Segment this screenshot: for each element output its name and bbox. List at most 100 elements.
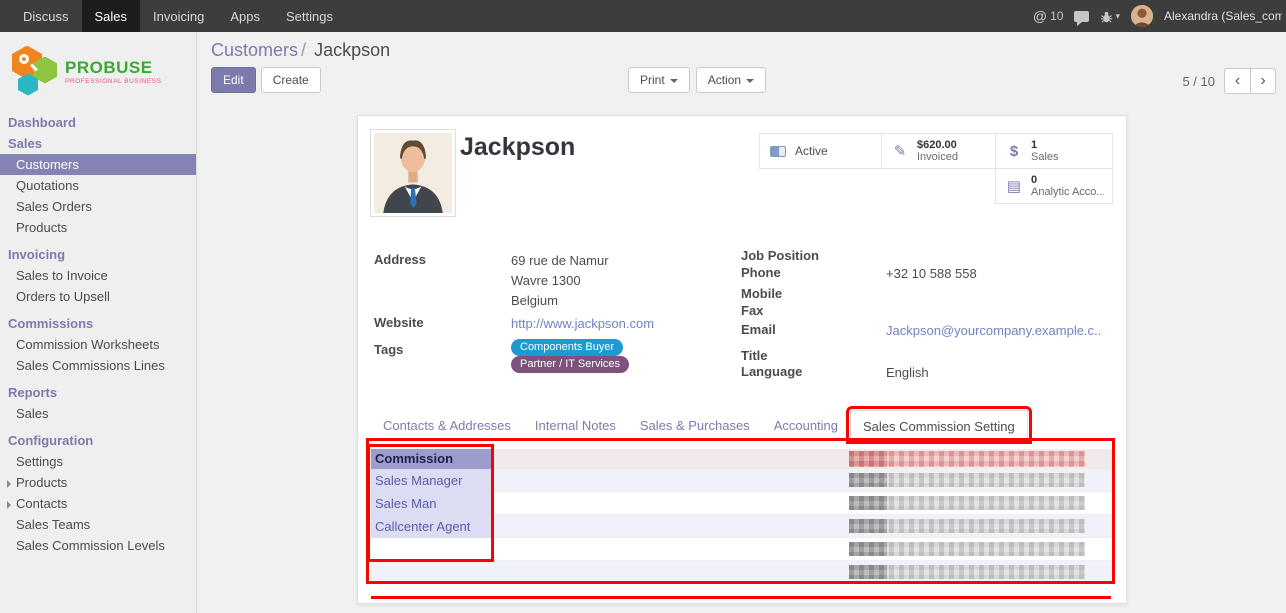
debug-menu[interactable]: ▾ — [1100, 10, 1120, 23]
tab-internal-notes[interactable]: Internal Notes — [523, 410, 628, 440]
user-menu[interactable]: Alexandra (Sales_comm.. — [1164, 9, 1282, 23]
breadcrumb-customers[interactable]: Customers — [211, 40, 298, 60]
tab-sales-purchases[interactable]: Sales & Purchases — [628, 410, 762, 440]
table-row[interactable]: Callcenter Agent — [371, 515, 1113, 538]
topbar-menus: Discuss Sales Invoicing Apps Settings — [0, 0, 346, 32]
table-header-row: Commission Level — [371, 449, 1113, 469]
commission-level-callcenter-agent[interactable]: Callcenter Agent — [371, 515, 491, 538]
logo-hexagons-icon — [12, 46, 58, 98]
sidebar-item-sales-orders[interactable]: Sales Orders — [0, 196, 196, 217]
commission-level-header[interactable]: Commission Level — [371, 449, 491, 469]
chevron-right-icon: › — [1260, 73, 1265, 89]
commission-level-sales-man[interactable]: Sales Man — [371, 492, 491, 515]
notebook-tabs: Contacts & Addresses Internal Notes Sale… — [371, 410, 1113, 441]
pager-next-button[interactable]: › — [1250, 68, 1276, 94]
mentions-counter[interactable]: @ 10 — [1033, 8, 1064, 24]
print-dropdown-button[interactable]: Print — [628, 67, 690, 93]
pager: 5 / 10 ‹ › — [1182, 68, 1276, 94]
tab-contacts-addresses[interactable]: Contacts & Addresses — [371, 410, 523, 440]
website-link[interactable]: http://www.jackpson.com — [511, 316, 654, 331]
at-icon: @ — [1033, 8, 1047, 24]
customer-photo[interactable] — [370, 129, 456, 217]
email-label: Email — [741, 322, 776, 337]
sidebar-item-sales-teams[interactable]: Sales Teams — [0, 514, 196, 535]
sidebar-item-customers[interactable]: Customers — [0, 154, 196, 175]
main-content: Customers/ Jackpson Edit Create Print Ac… — [198, 32, 1286, 613]
sidebar-section-sales[interactable]: Sales — [0, 133, 196, 154]
tab-accounting[interactable]: Accounting — [762, 410, 850, 440]
redacted-header-cell — [849, 451, 1085, 467]
table-row[interactable] — [371, 538, 1113, 561]
customer-photo-image — [374, 133, 452, 213]
invoiced-stat-button[interactable]: ✎ $620.00 Invoiced — [881, 133, 996, 169]
action-dropdown-button[interactable]: Action — [696, 67, 766, 93]
redacted-cell — [849, 519, 1085, 533]
dollar-icon: $ — [1004, 143, 1024, 160]
sidebar-item-settings[interactable]: Settings — [0, 451, 196, 472]
breadcrumb-current: Jackpson — [314, 40, 390, 60]
action-label: Action — [708, 73, 741, 87]
sidebar-section-invoicing[interactable]: Invoicing — [0, 244, 196, 265]
chevron-down-icon — [746, 79, 754, 83]
pencil-icon: ✎ — [890, 142, 910, 160]
sidebar-item-quotations[interactable]: Quotations — [0, 175, 196, 196]
sidebar-item-config-products[interactable]: Products — [0, 472, 196, 493]
table-row[interactable] — [371, 561, 1113, 584]
create-button[interactable]: Create — [261, 67, 321, 93]
active-stat-button[interactable]: Active — [759, 133, 882, 169]
language-label: Language — [741, 364, 802, 379]
sales-label: Sales — [1031, 151, 1059, 163]
language-value: English — [886, 365, 929, 380]
sidebar-section-commissions[interactable]: Commissions — [0, 313, 196, 334]
menu-settings[interactable]: Settings — [273, 0, 346, 32]
tag-components-buyer[interactable]: Components Buyer — [511, 339, 623, 356]
address-line-3: Belgium — [511, 293, 558, 308]
analytic-label: Analytic Acco... — [1031, 186, 1104, 198]
commission-level-sales-manager[interactable]: Sales Manager — [371, 469, 491, 492]
sidebar-section-configuration[interactable]: Configuration — [0, 430, 196, 451]
sidebar-section-dashboard[interactable]: Dashboard — [0, 112, 196, 133]
chevron-down-icon — [670, 79, 678, 83]
probuse-logo[interactable]: PROBUSE PROFESSIONAL BUSINESS — [0, 32, 196, 106]
menu-apps[interactable]: Apps — [217, 0, 273, 32]
analytic-icon: ▤ — [1004, 177, 1024, 195]
page-title: Jackpson — [460, 133, 575, 162]
control-panel-actions: Print Action — [628, 67, 766, 93]
analytic-stat-button[interactable]: ▤ 0 Analytic Acco... — [995, 168, 1113, 204]
logo-text: PROBUSE PROFESSIONAL BUSINESS — [65, 59, 162, 85]
email-link[interactable]: Jackpson@yourcompany.example.c.. — [886, 323, 1101, 338]
tag-partner-it-services[interactable]: Partner / IT Services — [511, 356, 629, 373]
sidebar-item-products[interactable]: Products — [0, 217, 196, 238]
sales-count: 1 — [1031, 139, 1059, 151]
table-row[interactable]: Sales Manager — [371, 469, 1113, 492]
sidebar-section-reports[interactable]: Reports — [0, 382, 196, 403]
tab-sales-commission-setting[interactable]: Sales Commission Setting — [850, 410, 1028, 440]
edit-button[interactable]: Edit — [211, 67, 256, 93]
sidebar-item-sales-commission-levels[interactable]: Sales Commission Levels — [0, 535, 196, 556]
magnifier-icon — [19, 54, 29, 64]
chevron-left-icon: ‹ — [1235, 73, 1240, 89]
menu-invoicing[interactable]: Invoicing — [140, 0, 217, 32]
messages-icon[interactable] — [1074, 11, 1089, 22]
sidebar-item-sales-commissions-lines[interactable]: Sales Commissions Lines — [0, 355, 196, 376]
redacted-cell — [849, 473, 1085, 487]
table-row[interactable]: Sales Man — [371, 492, 1113, 515]
menu-sales[interactable]: Sales — [82, 0, 141, 32]
print-label: Print — [640, 73, 665, 87]
sidebar-item-label: Contacts — [16, 496, 67, 511]
sidebar-item-orders-to-upsell[interactable]: Orders to Upsell — [0, 286, 196, 307]
pager-previous-button[interactable]: ‹ — [1224, 68, 1250, 94]
menu-discuss[interactable]: Discuss — [10, 0, 82, 32]
user-avatar[interactable] — [1131, 5, 1153, 27]
topbar-right: @ 10 ▾ Alexandra (Sales_comm.. — [1033, 0, 1286, 32]
address-line-2: Wavre 1300 — [511, 273, 581, 288]
logo-title: PROBUSE — [65, 59, 162, 76]
address-line-1: 69 rue de Namur — [511, 253, 609, 268]
sidebar-item-sales-to-invoice[interactable]: Sales to Invoice — [0, 265, 196, 286]
stat-buttons: Active ✎ $620.00 Invoiced $ 1 Sales — [759, 133, 1113, 204]
sidebar-item-commission-worksheets[interactable]: Commission Worksheets — [0, 334, 196, 355]
sidebar-item-config-contacts[interactable]: Contacts — [0, 493, 196, 514]
sales-stat-button[interactable]: $ 1 Sales — [995, 133, 1113, 169]
phone-label: Phone — [741, 265, 781, 280]
sidebar-item-reports-sales[interactable]: Sales — [0, 403, 196, 424]
